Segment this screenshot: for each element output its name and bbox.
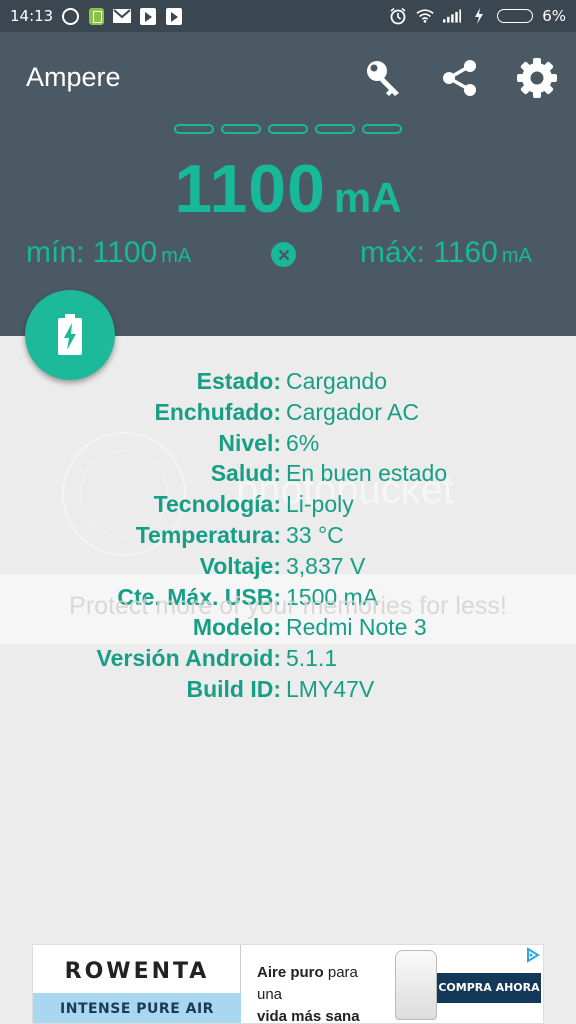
info-label: Enchufado: bbox=[154, 398, 282, 425]
ad-copy: Aire puro para una vida más sana bbox=[257, 962, 387, 1024]
alarm-icon bbox=[389, 7, 407, 25]
info-row: Build ID: LMY47V bbox=[0, 674, 576, 705]
ad-product-line: INTENSE PURE AIR bbox=[33, 993, 241, 1023]
ad-copy-bold: Aire puro bbox=[257, 964, 324, 981]
watermark-tagline: Protect more of your memories for less! bbox=[69, 592, 507, 620]
min-unit: mA bbox=[161, 245, 192, 267]
level-segment bbox=[362, 124, 402, 134]
max-value: máx: 1160 bbox=[360, 236, 498, 269]
close-icon bbox=[278, 249, 289, 260]
battery-fab[interactable] bbox=[25, 290, 115, 380]
info-label: Tecnología: bbox=[153, 491, 281, 518]
app-title: Ampere bbox=[26, 62, 121, 92]
level-segment bbox=[268, 124, 308, 134]
current-readout: 1100 mA bbox=[0, 150, 576, 228]
reset-minmax-button[interactable] bbox=[271, 242, 296, 267]
min-value: mín: 1100 bbox=[26, 236, 158, 269]
gear-icon bbox=[517, 58, 557, 98]
current-unit: mA bbox=[333, 174, 402, 221]
level-segment bbox=[174, 124, 214, 134]
play-store-notification-icon bbox=[139, 7, 157, 25]
battery-info-list: Estado: Cargando Enchufado: Cargador AC Nive… bbox=[0, 366, 576, 705]
whatsapp-notification-icon bbox=[61, 7, 79, 25]
info-row: Salud: En buen estado bbox=[0, 458, 576, 489]
share-icon bbox=[443, 60, 476, 96]
wifi-icon bbox=[416, 7, 434, 25]
info-row: Versión Android: 5.1.1 bbox=[0, 643, 576, 674]
mail-notification-icon bbox=[113, 7, 132, 25]
max-unit: mA bbox=[501, 245, 532, 267]
ad-cta-button[interactable]: COMPRA AHORA bbox=[437, 973, 541, 1003]
settings-button[interactable] bbox=[513, 54, 561, 102]
ad-banner[interactable]: ROWENTA INTENSE PURE AIR Aire puro para … bbox=[32, 944, 544, 1024]
info-value: 3,837 V bbox=[286, 552, 366, 579]
level-segment bbox=[221, 124, 261, 134]
info-label: Versión Android: bbox=[96, 645, 281, 672]
play-store-notification-icon-2 bbox=[165, 7, 183, 25]
current-value: 1100 bbox=[174, 151, 326, 227]
app-notification-icon bbox=[87, 7, 105, 25]
info-value: Li-poly bbox=[286, 491, 354, 518]
signal-icon bbox=[443, 7, 462, 25]
info-value: 5.1.1 bbox=[286, 645, 338, 672]
clock: 14:13 bbox=[10, 7, 54, 25]
ad-choices-icon[interactable] bbox=[525, 947, 541, 963]
info-value: Cargador AC bbox=[286, 398, 419, 425]
info-label: Salud: bbox=[210, 460, 281, 487]
air-purifier-image bbox=[395, 950, 437, 1020]
info-label: Build ID: bbox=[186, 675, 281, 702]
info-label: Voltaje: bbox=[199, 552, 281, 579]
ad-brand-logo: ROWENTA bbox=[64, 959, 210, 984]
ad-copy-line2: vida más sana bbox=[257, 1008, 360, 1024]
max-readout: máx: 1160 mA bbox=[360, 236, 532, 270]
key-icon bbox=[367, 61, 399, 96]
level-segment bbox=[315, 124, 355, 134]
battery-icon bbox=[497, 9, 534, 23]
info-row: Enchufado: Cargador AC bbox=[0, 397, 576, 428]
battery-charging-icon bbox=[58, 314, 82, 355]
info-value: En buen estado bbox=[286, 460, 448, 487]
info-row: Tecnología: Li-poly bbox=[0, 489, 576, 520]
info-label: Temperatura: bbox=[135, 521, 281, 548]
status-bar: 14:13 6% bbox=[0, 0, 576, 32]
info-value: 33 °C bbox=[286, 521, 344, 548]
info-value: LMY47V bbox=[286, 675, 375, 702]
key-button[interactable] bbox=[360, 54, 408, 102]
info-row: Voltaje: 3,837 V bbox=[0, 551, 576, 582]
app-header: Ampere 1100 mA mín: 1100 mA máx: 1160 mA bbox=[0, 32, 576, 336]
info-label: Nivel: bbox=[218, 429, 281, 456]
share-button[interactable] bbox=[436, 54, 484, 102]
current-level-indicator bbox=[174, 124, 402, 134]
info-value: 6% bbox=[286, 429, 320, 456]
info-row: Temperatura: 33 °C bbox=[0, 520, 576, 551]
info-value: Cargando bbox=[286, 368, 388, 394]
charging-bolt-icon bbox=[470, 7, 488, 25]
battery-percent: 6% bbox=[542, 7, 566, 25]
info-row: Nivel: 6% bbox=[0, 428, 576, 459]
min-readout: mín: 1100 mA bbox=[26, 236, 191, 270]
ad-brand-panel: ROWENTA INTENSE PURE AIR bbox=[33, 945, 241, 1023]
